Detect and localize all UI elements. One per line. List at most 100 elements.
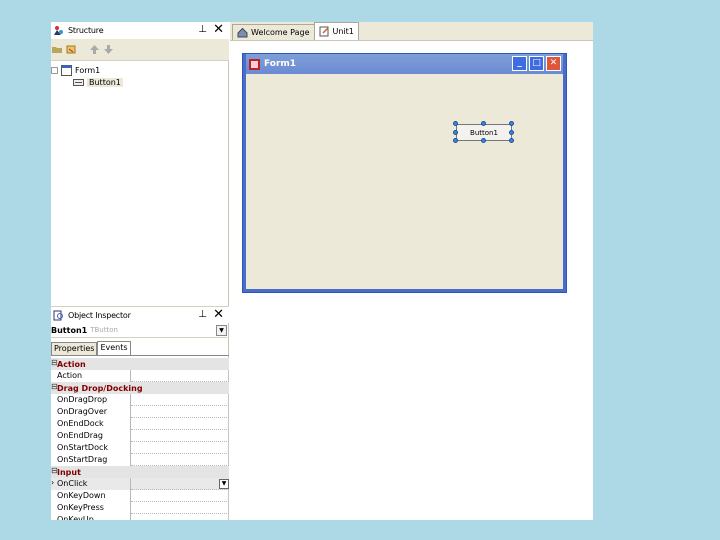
tree-label: Button1 [87,77,123,87]
form-icon [61,64,72,76]
tree-label: Form1 [75,65,101,75]
object-inspector-icon [53,310,63,320]
delphi-form-icon [249,58,260,70]
object-inspector-header: Object Inspector ⊥ ✕ [51,306,229,323]
event-name: OnClick [57,478,131,490]
structure-tree: Form1 Button1 [51,64,229,88]
resize-handle[interactable] [453,130,458,135]
selected-component-name: Button1 [51,325,88,335]
arrow-down-icon[interactable] [103,44,114,55]
object-inspector-title: Object Inspector [68,310,131,320]
editor-tabbar: Welcome Page Unit1 [230,22,593,41]
minimize-button[interactable]: _ [512,56,527,71]
close-button[interactable]: ✕ [546,56,561,71]
category-label: Action [57,359,86,369]
tab-welcome-page[interactable]: Welcome Page [232,24,315,40]
component-selector[interactable]: Button1 TButton ▼ [51,323,227,338]
left-dock: Structure ⊥ ✕ Form1 Button1 Object Inspe… [51,22,229,520]
resize-handle[interactable] [509,130,514,135]
structure-toolbar [51,39,229,61]
structure-icon [54,26,63,35]
collapse-toggle-icon[interactable] [51,66,58,74]
designer-form-window[interactable]: Form1 _ □ ✕ Button1 [242,53,567,293]
event-name: OnKeyDown [57,490,131,502]
category-label: Drag Drop/Docking [57,383,143,393]
category-row[interactable]: ⊟ Input [51,466,229,478]
tree-node-form1[interactable]: Form1 [51,64,229,76]
collapse-icon[interactable]: ⊟ [51,358,58,367]
event-row[interactable]: OnKeyDown [51,490,229,502]
resize-handle[interactable] [453,138,458,143]
pin-icon[interactable]: ⊥ [198,309,207,320]
event-value-cell[interactable] [131,502,229,514]
event-row[interactable]: OnStartDock [51,442,229,454]
event-name: OnStartDock [57,442,131,454]
form-client-area[interactable]: Button1 [246,74,563,289]
event-value-cell[interactable] [131,490,229,502]
editor-area: Welcome Page Unit1 Form1 _ □ ✕ Button1 [230,22,593,520]
event-value-cell[interactable] [131,514,229,520]
resize-handle[interactable] [453,121,458,126]
category-label: Input [57,467,81,477]
chevron-down-icon[interactable]: ▼ [216,325,227,336]
event-row[interactable]: OnEndDock [51,418,229,430]
structure-panel-title: Structure [68,26,104,35]
event-name: OnKeyUp [57,514,131,520]
tab-label: Welcome Page [251,28,310,37]
event-name: OnEndDock [57,418,131,430]
tab-properties[interactable]: Properties [51,342,98,355]
resize-handle[interactable] [481,138,486,143]
collapse-icon[interactable]: ⊟ [51,382,58,391]
tab-unit1[interactable]: Unit1 [313,22,359,40]
event-row[interactable]: OnKeyUp [51,514,229,520]
event-name: OnDragOver [57,406,131,418]
event-row[interactable]: OnDragDrop [51,394,229,406]
event-row[interactable]: Action [51,370,229,382]
event-value-cell[interactable] [131,418,229,430]
unit-file-icon [319,26,329,37]
event-value-cell[interactable] [131,394,229,406]
event-name: Action [57,370,131,382]
ide-window: Structure ⊥ ✕ Form1 Button1 Object Inspe… [51,22,593,520]
category-row[interactable]: ⊟ Action [51,358,229,370]
house-icon [237,27,248,38]
collapse-icon[interactable]: ⊟ [51,466,58,475]
structure-panel-header: Structure ⊥ ✕ [51,22,229,39]
category-row[interactable]: ⊟ Drag Drop/Docking [51,382,229,394]
event-row[interactable]: OnEndDrag [51,430,229,442]
folder-icon[interactable] [52,44,63,55]
close-icon[interactable]: ✕ [213,307,224,322]
refresh-icon[interactable] [66,44,77,55]
event-value-cell[interactable] [131,370,229,382]
event-row[interactable]: OnDragOver [51,406,229,418]
selected-component-type: TButton [90,326,118,334]
event-value-cell[interactable] [131,430,229,442]
current-row-arrow-icon: › [51,478,55,487]
resize-handle[interactable] [509,121,514,126]
tab-label: Unit1 [332,27,354,36]
resize-handle[interactable] [481,121,486,126]
event-row[interactable]: OnKeyPress [51,502,229,514]
events-grid: ⊟ Action Action ⊟ Drag Drop/Docking OnDragDro… [51,358,229,520]
maximize-button[interactable]: □ [529,56,544,71]
form-titlebar[interactable]: Form1 _ □ ✕ [246,54,563,74]
event-value-cell[interactable] [131,442,229,454]
inspector-tabs: Properties Events [51,341,229,356]
button-component-icon [73,78,84,86]
event-value-cell[interactable] [131,478,229,490]
arrow-up-icon[interactable] [89,44,100,55]
event-row[interactable]: OnStartDrag [51,454,229,466]
event-name: OnEndDrag [57,430,131,442]
tab-events[interactable]: Events [97,341,131,355]
event-name: OnKeyPress [57,502,131,514]
resize-handle[interactable] [509,138,514,143]
pin-icon[interactable]: ⊥ [198,24,207,35]
close-icon[interactable]: ✕ [213,22,224,37]
event-row[interactable]: › OnClick ▼ [51,478,229,490]
chevron-down-icon[interactable]: ▼ [219,479,229,489]
form-title: Form1 [264,59,297,69]
event-value-cell[interactable] [131,454,229,466]
event-name: OnStartDrag [57,454,131,466]
event-value-cell[interactable] [131,406,229,418]
tree-node-button1[interactable]: Button1 [51,76,229,88]
